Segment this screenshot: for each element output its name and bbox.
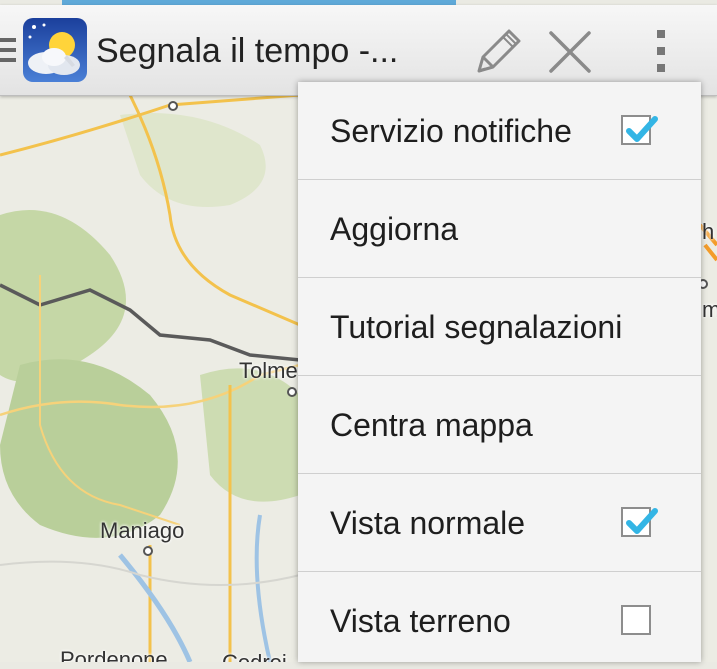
menu-item-label: Vista terreno	[330, 603, 511, 639]
menu-item-vista-normale[interactable]: Vista normale	[298, 474, 701, 572]
notifiche-checkbox[interactable]	[621, 115, 658, 145]
vista-normale-checkbox[interactable]	[621, 507, 658, 537]
map-label-codroipo: Codroi	[222, 650, 287, 662]
menu-item-vista-terreno[interactable]: Vista terreno	[298, 572, 701, 669]
map-label-edge-2: m	[702, 297, 717, 322]
menu-item-label: Aggiorna	[330, 211, 459, 247]
map-label-maniago: Maniago	[100, 518, 185, 543]
menu-item-label: Servizio notifiche	[330, 113, 572, 149]
overflow-menu: Servizio notifiche Aggiorna Tutorial seg…	[298, 82, 701, 662]
pencil-icon[interactable]	[467, 23, 527, 83]
app-title: Segnala il tempo -...	[96, 32, 399, 70]
overflow-menu-icon[interactable]	[650, 30, 672, 80]
vista-terreno-checkbox[interactable]	[621, 605, 651, 635]
check-icon	[626, 508, 658, 534]
menu-item-aggiorna[interactable]: Aggiorna	[298, 180, 701, 278]
menu-item-label: Tutorial segnalazioni	[330, 309, 623, 345]
map-label-pordenone: Pordenone	[60, 647, 168, 662]
menu-item-tutorial[interactable]: Tutorial segnalazioni	[298, 278, 701, 376]
menu-item-label: Centra mappa	[330, 407, 533, 443]
weather-app-icon[interactable]	[22, 17, 88, 83]
check-icon	[626, 116, 658, 142]
close-icon[interactable]	[545, 27, 595, 77]
drawer-icon[interactable]	[0, 38, 16, 62]
map-label-tolmezzo: Tolme	[239, 358, 298, 383]
menu-item-centra-mappa[interactable]: Centra mappa	[298, 376, 701, 474]
map-label-edge-1: h	[702, 219, 715, 244]
menu-item-label: Vista normale	[330, 505, 526, 541]
menu-item-notifiche[interactable]: Servizio notifiche	[298, 82, 701, 180]
